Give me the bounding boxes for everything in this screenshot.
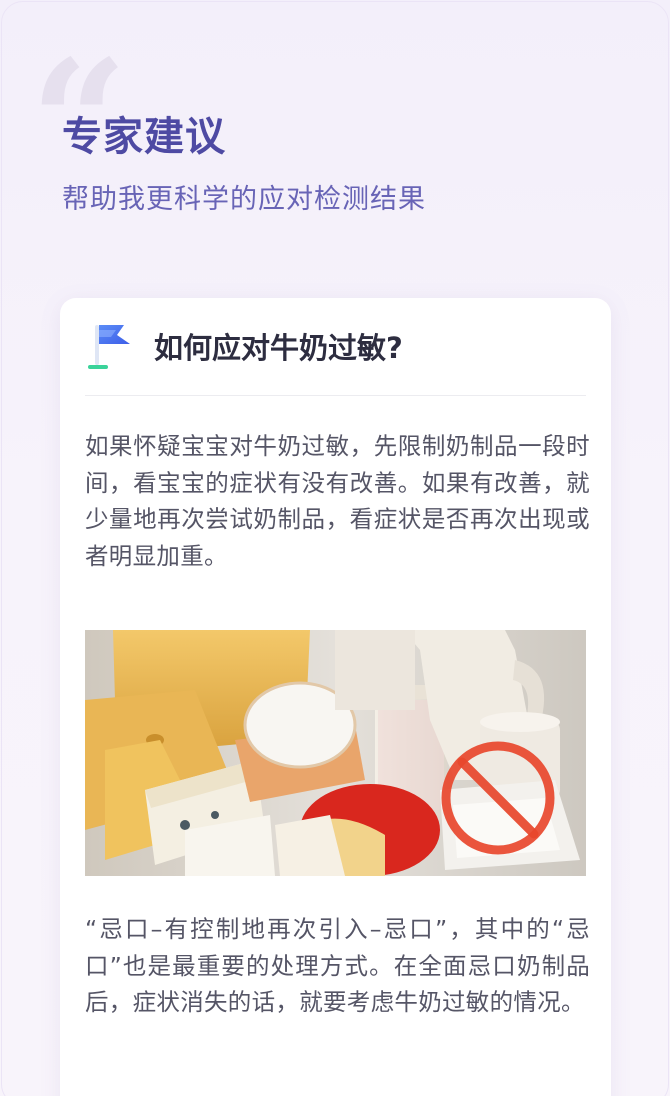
dairy-products-image [85, 630, 586, 876]
divider [85, 395, 586, 396]
advice-paragraph-2: “忌口–有控制地再次引入–忌口”，其中的“忌口”也是最重要的处理方式。在全面忌口… [85, 915, 590, 1016]
advice-card: 如何应对牛奶过敏? 如果怀疑宝宝对牛奶过敏，先限制奶制品一段时间，看宝宝的症状有… [60, 298, 611, 1096]
flag-icon [88, 325, 130, 369]
card-title: 如何应对牛奶过敏? [154, 331, 403, 365]
page-subtitle: 帮助我更科学的应对检测结果 [62, 184, 426, 215]
advice-paragraph-1: 如果怀疑宝宝对牛奶过敏，先限制奶制品一段时间，看宝宝的症状有没有改善。如果有改善… [85, 432, 590, 570]
card-header: 如何应对牛奶过敏? [86, 320, 586, 378]
page-title: 专家建议 [62, 114, 226, 160]
page: “ 专家建议 帮助我更科学的应对检测结果 如何应对牛奶过敏? 如果怀疑宝宝对牛奶… [0, 0, 670, 1096]
